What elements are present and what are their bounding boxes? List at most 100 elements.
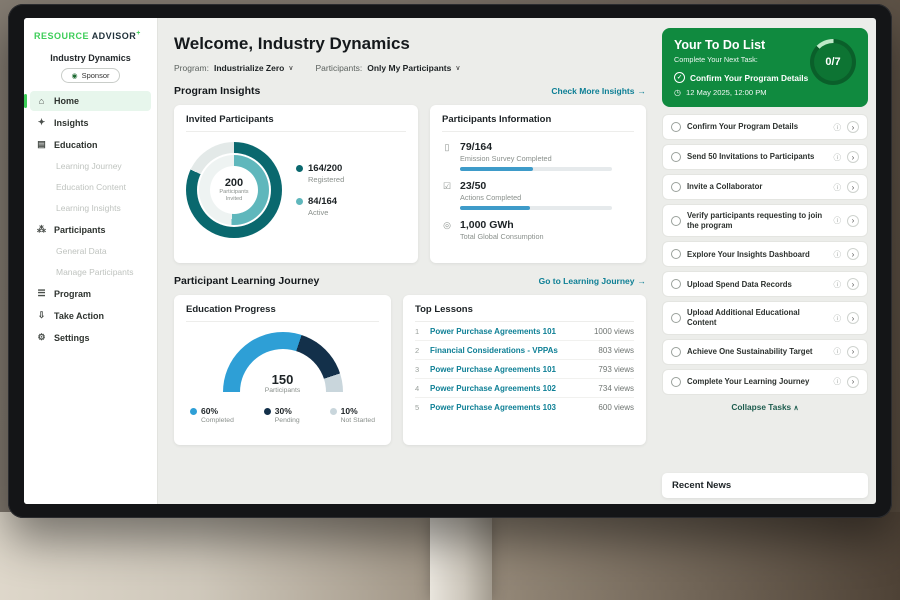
nav-label: Home xyxy=(54,96,79,106)
arrow-right-icon: → xyxy=(638,276,647,286)
legend-label: Completed xyxy=(201,417,234,424)
recent-news-header[interactable]: Recent News xyxy=(662,473,868,498)
chevron-up-icon: ∧ xyxy=(793,405,798,412)
stat-value: 79/164 xyxy=(460,141,612,153)
stat-label: Actions Completed xyxy=(460,193,612,202)
lesson-link[interactable]: Power Purchase Agreements 101 xyxy=(430,327,587,336)
emission-survey-icon: ▯ xyxy=(442,142,452,171)
chevron-right-icon[interactable]: › xyxy=(847,376,859,388)
lesson-link[interactable]: Power Purchase Agreements 103 xyxy=(430,403,591,412)
sidebar-item-manage-participants[interactable]: Manage Participants xyxy=(30,262,151,282)
sidebar-item-education-content[interactable]: Education Content xyxy=(30,177,151,197)
sidebar-item-participants[interactable]: ⁂ Participants xyxy=(30,219,151,240)
legend-label: Active xyxy=(308,208,337,217)
sidebar-item-education[interactable]: ▤ Education xyxy=(30,134,151,155)
chevron-right-icon[interactable]: › xyxy=(847,121,859,133)
learning-journey-header: Participant Learning Journey Go to Learn… xyxy=(174,275,646,287)
sidebar-item-take-action[interactable]: ⇩ Take Action xyxy=(30,305,151,326)
gauge-center-value: 150 xyxy=(223,372,343,387)
nav-label: Insights xyxy=(54,118,89,128)
task-checkbox[interactable] xyxy=(671,122,681,132)
collapse-tasks-link[interactable]: Collapse Tasks ∧ xyxy=(662,402,868,412)
task-checkbox[interactable] xyxy=(671,182,681,192)
chevron-right-icon[interactable]: › xyxy=(847,151,859,163)
sponsor-badge-label: Sponsor xyxy=(82,71,110,80)
task-item-invite-collaborator[interactable]: Invite a Collaborator ⓘ › xyxy=(662,174,868,200)
lesson-link[interactable]: Power Purchase Agreements 101 xyxy=(430,365,591,374)
task-label: Upload Additional Educational Content xyxy=(687,308,828,327)
program-select[interactable]: Industrialize Zero ∨ xyxy=(214,63,294,73)
todo-next-time: ◷ 12 May 2025, 12:00 PM xyxy=(674,88,856,97)
insights-icon: ✦ xyxy=(36,117,47,128)
participants-information-card: Participants Information ▯ 79/164 Emissi… xyxy=(430,105,646,263)
task-item-explore-insights[interactable]: Explore Your Insights Dashboard ⓘ › xyxy=(662,241,868,267)
legend-value: 10% xyxy=(341,406,375,416)
task-item-confirm-program[interactable]: Confirm Your Program Details ⓘ › xyxy=(662,114,868,140)
participants-select[interactable]: Only My Participants ∨ xyxy=(367,63,460,73)
task-checkbox[interactable] xyxy=(671,313,681,323)
chevron-right-icon[interactable]: › xyxy=(847,312,859,324)
task-item-complete-learning-journey[interactable]: Complete Your Learning Journey ⓘ › xyxy=(662,369,868,395)
consumption-icon: ◎ xyxy=(442,220,452,245)
chevron-right-icon[interactable]: › xyxy=(847,215,859,227)
todo-summary-card: Your To Do List Complete Your Next Task:… xyxy=(662,28,868,107)
chevron-right-icon[interactable]: › xyxy=(847,346,859,358)
page-title: Welcome, Industry Dynamics xyxy=(174,34,646,54)
go-to-learning-journey-link[interactable]: Go to Learning Journey → xyxy=(539,276,646,286)
sponsor-badge[interactable]: ◉ Sponsor xyxy=(61,68,119,83)
lesson-link[interactable]: Power Purchase Agreements 102 xyxy=(430,384,591,393)
task-checkbox[interactable] xyxy=(671,216,681,226)
brand-plus: + xyxy=(136,30,141,37)
program-filter-label: Program: xyxy=(174,63,209,73)
lesson-link[interactable]: Financial Considerations - VPPAs xyxy=(430,346,591,355)
chevron-down-icon: ∨ xyxy=(455,64,460,72)
chevron-right-icon[interactable]: › xyxy=(847,181,859,193)
legend-label: Registered xyxy=(308,175,344,184)
sidebar-item-learning-insights[interactable]: Learning Insights xyxy=(30,198,151,218)
nav-label: Education xyxy=(54,140,98,150)
task-checkbox[interactable] xyxy=(671,249,681,259)
nav-label: Learning Insights xyxy=(56,203,121,213)
chevron-right-icon[interactable]: › xyxy=(847,248,859,260)
task-item-achieve-target[interactable]: Achieve One Sustainability Target ⓘ › xyxy=(662,339,868,365)
clock-icon: ◷ xyxy=(674,88,681,97)
invited-donut-chart: 200 Participants Invited xyxy=(186,142,282,238)
stat-actions-completed: ☑ 23/50 Actions Completed xyxy=(442,180,634,210)
task-checkbox[interactable] xyxy=(671,152,681,162)
sidebar-item-home[interactable]: ⌂ Home xyxy=(30,91,151,111)
stat-global-consumption: ◎ 1,000 GWh Total Global Consumption xyxy=(442,219,634,245)
sidebar-item-insights[interactable]: ✦ Insights xyxy=(30,112,151,133)
legend-item: 60% Completed xyxy=(190,406,234,424)
info-icon: ⓘ xyxy=(834,376,842,387)
task-label: Confirm Your Program Details xyxy=(687,122,828,132)
task-list: Confirm Your Program Details ⓘ › Send 50… xyxy=(662,114,868,395)
sidebar-item-general-data[interactable]: General Data xyxy=(30,241,151,261)
legend-label: Pending xyxy=(275,417,300,424)
take-action-icon: ⇩ xyxy=(36,310,47,321)
lesson-row: 2 Financial Considerations - VPPAs 803 v… xyxy=(415,341,634,360)
task-checkbox[interactable] xyxy=(671,377,681,387)
progress-fill xyxy=(460,206,530,210)
task-checkbox[interactable] xyxy=(671,347,681,357)
task-item-verify-participants[interactable]: Verify participants requesting to join t… xyxy=(662,204,868,237)
nav-label: Manage Participants xyxy=(56,267,134,277)
task-label: Send 50 Invitations to Participants xyxy=(687,152,828,162)
check-more-insights-link[interactable]: Check More Insights → xyxy=(551,86,646,96)
task-item-upload-spend-data[interactable]: Upload Spend Data Records ⓘ › xyxy=(662,271,868,297)
legend-label: Not Started xyxy=(341,417,375,424)
sidebar-item-program[interactable]: ☰ Program xyxy=(30,283,151,304)
todo-panel: Your To Do List Complete Your Next Task:… xyxy=(662,28,868,504)
chevron-right-icon[interactable]: › xyxy=(847,278,859,290)
task-label: Verify participants requesting to join t… xyxy=(687,211,828,230)
sidebar-item-learning-journey[interactable]: Learning Journey xyxy=(30,156,151,176)
stat-label: Emission Survey Completed xyxy=(460,154,612,163)
nav-label: General Data xyxy=(56,246,107,256)
program-icon: ☰ xyxy=(36,288,47,299)
sidebar-item-settings[interactable]: ⚙ Settings xyxy=(30,327,151,348)
task-item-send-invitations[interactable]: Send 50 Invitations to Participants ⓘ › xyxy=(662,144,868,170)
app-window: RESOURCE ADVISOR+ Industry Dynamics ◉ Sp… xyxy=(24,18,876,504)
task-checkbox[interactable] xyxy=(671,279,681,289)
info-icon: ⓘ xyxy=(834,313,842,324)
lesson-rank: 1 xyxy=(415,327,423,336)
task-item-upload-educational-content[interactable]: Upload Additional Educational Content ⓘ … xyxy=(662,301,868,334)
